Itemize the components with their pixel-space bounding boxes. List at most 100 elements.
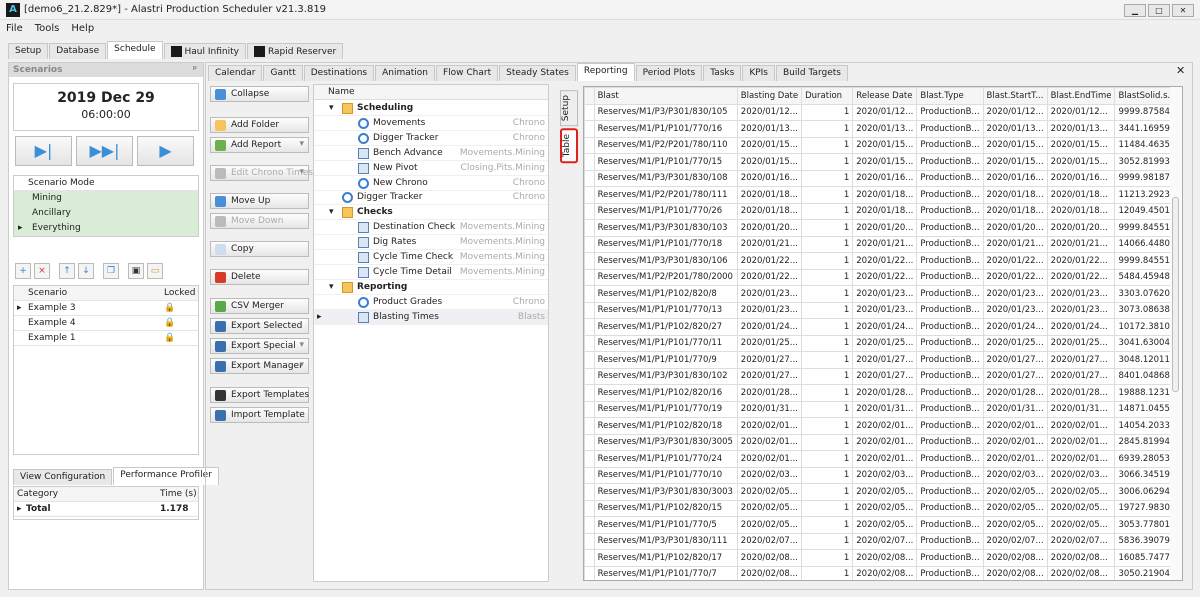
row-indicator[interactable] bbox=[584, 466, 595, 484]
csv-merger-button[interactable]: CSV Merger bbox=[210, 298, 309, 314]
menu-file[interactable]: File bbox=[0, 21, 29, 36]
row-indicator[interactable] bbox=[584, 549, 595, 567]
row-indicator[interactable] bbox=[584, 301, 595, 319]
lock-icon[interactable]: 🔒 bbox=[164, 318, 175, 328]
pin-icon[interactable]: ᵖ bbox=[193, 65, 197, 75]
column-header-blasting-date[interactable]: Blasting Date bbox=[736, 87, 803, 105]
import-template-button[interactable]: Import Template bbox=[210, 407, 309, 423]
row-indicator[interactable] bbox=[584, 532, 595, 550]
table-row[interactable]: Reserves/M1/P3/P301/830/3005 2020/02/01..… bbox=[584, 433, 1182, 451]
row-indicator[interactable] bbox=[584, 136, 595, 154]
row-indicator[interactable] bbox=[584, 499, 595, 517]
add-icon[interactable]: + bbox=[15, 263, 31, 279]
row-indicator[interactable] bbox=[584, 202, 595, 220]
table-row[interactable]: Reserves/M1/P3/P301/830/108 2020/01/16...… bbox=[584, 169, 1182, 187]
table-row[interactable]: Reserves/M1/P1/P101/770/11 2020/01/25... 1… bbox=[584, 334, 1182, 352]
row-indicator[interactable] bbox=[584, 186, 595, 204]
lock-icon[interactable]: 🔒 bbox=[164, 303, 175, 313]
row-indicator[interactable] bbox=[584, 565, 595, 580]
step-forward-button[interactable]: ▶| bbox=[15, 136, 72, 166]
tab-setup[interactable]: Setup bbox=[8, 43, 49, 59]
export-manager-button[interactable]: Export Manager ▾ bbox=[210, 358, 309, 374]
table-row[interactable]: Reserves/M1/P1/P102/820/18 2020/02/01... 1… bbox=[584, 417, 1182, 435]
tree-item[interactable]: Digger Tracker Chrono bbox=[314, 131, 548, 146]
table-row[interactable]: Reserves/M1/P3/P301/830/111 2020/02/07...… bbox=[584, 532, 1182, 550]
mode-row-everything[interactable]: ▸ Everything bbox=[14, 221, 198, 236]
menu-tools[interactable]: Tools bbox=[29, 21, 66, 36]
column-header-blast[interactable]: Blast bbox=[593, 87, 738, 105]
tab-period-plots[interactable]: Period Plots bbox=[635, 65, 703, 81]
tree-item[interactable]: ▾ Reporting bbox=[314, 280, 548, 295]
column-header-blast-endtime[interactable]: Blast.EndTime bbox=[1046, 87, 1116, 105]
save-icon[interactable]: ▣ bbox=[128, 263, 144, 279]
table-row[interactable]: Reserves/M1/P1/P101/770/16 2020/01/13... 1… bbox=[584, 120, 1182, 138]
row-indicator[interactable] bbox=[584, 120, 595, 138]
tree-item[interactable]: Cycle Time Detail Movements.Mining bbox=[314, 265, 548, 280]
tree-item[interactable]: ▸ Blasting Times Blasts bbox=[314, 309, 548, 325]
tab-reporting[interactable]: Reporting bbox=[576, 63, 635, 81]
table-row[interactable]: Reserves/M1/P1/P101/770/10 2020/02/03... 1… bbox=[584, 466, 1182, 484]
tab-setup-side[interactable]: Setup bbox=[560, 90, 578, 127]
row-indicator[interactable] bbox=[584, 268, 595, 286]
scenario-row[interactable]: Example 1 🔒 bbox=[14, 331, 198, 346]
row-indicator[interactable] bbox=[584, 334, 595, 352]
tree-item[interactable]: New Pivot Closing.Pits.Mining bbox=[314, 161, 548, 176]
table-row[interactable]: Reserves/M1/P3/P301/830/106 2020/01/22...… bbox=[584, 252, 1182, 270]
mode-row-mining[interactable]: Mining bbox=[14, 191, 198, 206]
table-row[interactable]: Reserves/M1/P1/P101/770/13 2020/01/23... 1… bbox=[584, 301, 1182, 319]
table-scrollbar[interactable] bbox=[1170, 87, 1182, 580]
tree-item[interactable]: New Chrono Chrono bbox=[314, 176, 548, 191]
move-up-button[interactable]: Move Up bbox=[210, 193, 309, 209]
add-folder-button[interactable]: Add Folder bbox=[210, 117, 309, 133]
column-header-duration[interactable]: Duration bbox=[801, 87, 854, 105]
row-indicator[interactable] bbox=[584, 400, 595, 418]
scrollbar-thumb[interactable] bbox=[1172, 197, 1179, 392]
column-header-blast-startt[interactable]: Blast.StartT... bbox=[982, 87, 1048, 105]
row-indicator[interactable] bbox=[584, 318, 595, 336]
tree-item[interactable]: ▾ Scheduling bbox=[314, 101, 548, 116]
column-header-blast-type[interactable]: Blast.Type bbox=[916, 87, 984, 105]
tab-view-configuration[interactable]: View Configuration bbox=[13, 469, 113, 485]
tab-build-targets[interactable]: Build Targets bbox=[776, 65, 848, 81]
row-indicator[interactable] bbox=[584, 103, 595, 121]
table-row[interactable]: Reserves/M1/P2/P201/780/111 2020/01/18...… bbox=[584, 186, 1182, 204]
chevron-down-icon[interactable]: ▾ bbox=[299, 340, 304, 350]
table-row[interactable]: Reserves/M1/P1/P102/820/8 2020/01/23... 1 2… bbox=[584, 285, 1182, 303]
table-row[interactable]: Reserves/M1/P3/P301/830/102 2020/01/27...… bbox=[584, 367, 1182, 385]
tab-haul-infinity[interactable]: Haul Infinity bbox=[163, 43, 246, 59]
tab-calendar[interactable]: Calendar bbox=[208, 65, 263, 81]
collapse-button[interactable]: Collapse bbox=[210, 86, 309, 102]
menu-help[interactable]: Help bbox=[65, 21, 100, 36]
table-row[interactable]: Reserves/M1/P1/P101/770/7 2020/02/08... 1 2… bbox=[584, 565, 1182, 580]
row-indicator[interactable] bbox=[584, 384, 595, 402]
table-row[interactable]: Reserves/M1/P1/P102/820/16 2020/01/28... 1… bbox=[584, 384, 1182, 402]
row-indicator[interactable] bbox=[584, 483, 595, 501]
export-special-button[interactable]: Export Special ▾ bbox=[210, 338, 309, 354]
tab-rapid-reserver[interactable]: Rapid Reserver bbox=[246, 43, 344, 59]
scenario-row[interactable]: Example 4 🔒 bbox=[14, 316, 198, 331]
table-row[interactable]: Reserves/M1/P1/P101/770/5 2020/02/05... 1 2… bbox=[584, 516, 1182, 534]
table-row[interactable]: Reserves/M1/P3/P301/830/105 2020/01/12...… bbox=[584, 103, 1182, 121]
delete-button[interactable]: Delete bbox=[210, 269, 309, 285]
tab-performance-profiler[interactable]: Performance Profiler bbox=[113, 467, 219, 485]
tab-tasks[interactable]: Tasks bbox=[703, 65, 742, 81]
row-indicator[interactable] bbox=[584, 433, 595, 451]
minimize-button[interactable]: ▁ bbox=[1124, 4, 1146, 17]
tree-item[interactable]: Digger Tracker Chrono bbox=[314, 190, 548, 206]
table-row[interactable]: Reserves/M1/P3/P301/830/3003 2020/02/05..… bbox=[584, 483, 1182, 501]
move-down-icon[interactable]: ↓ bbox=[78, 263, 94, 279]
row-indicator[interactable] bbox=[584, 367, 595, 385]
tab-steady-states[interactable]: Steady States bbox=[499, 65, 576, 81]
tab-database[interactable]: Database bbox=[49, 43, 107, 59]
tab-schedule[interactable]: Schedule bbox=[107, 41, 163, 59]
tree-item[interactable]: Dig Rates Movements.Mining bbox=[314, 235, 548, 251]
row-indicator[interactable] bbox=[584, 169, 595, 187]
table-row[interactable]: Reserves/M1/P1/P101/770/24 2020/02/01... 1… bbox=[584, 450, 1182, 468]
row-indicator[interactable] bbox=[584, 153, 595, 171]
tree-item[interactable]: Cycle Time Check Movements.Mining bbox=[314, 250, 548, 265]
collapse-arrow-icon[interactable]: ▾ bbox=[329, 282, 334, 292]
row-indicator[interactable] bbox=[584, 252, 595, 270]
tree-item[interactable]: Product Grades Chrono bbox=[314, 295, 548, 310]
close-button[interactable]: ✕ bbox=[1172, 4, 1194, 17]
tab-destinations[interactable]: Destinations bbox=[303, 65, 375, 81]
